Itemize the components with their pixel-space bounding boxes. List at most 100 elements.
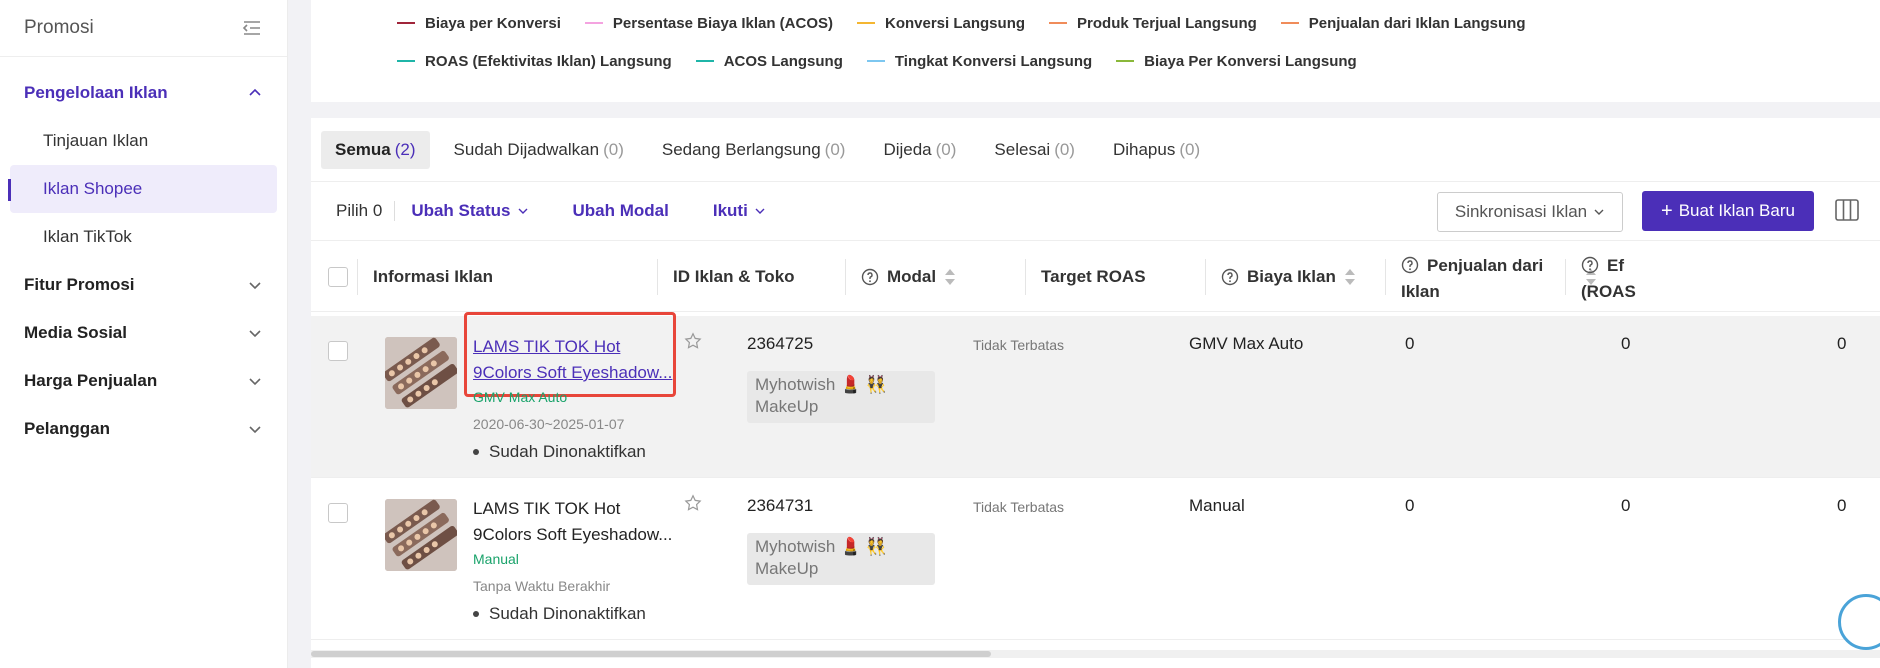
legend-item[interactable]: Penjualan dari Iklan Langsung: [1280, 14, 1526, 32]
ubah-modal-button[interactable]: Ubah Modal: [573, 201, 669, 221]
sidebar-group-label: Media Sosial: [24, 323, 127, 342]
tab-count: (0): [935, 139, 957, 159]
shop-category: MakeUp: [755, 397, 819, 416]
tab-count: (0): [1054, 139, 1075, 159]
tab-selesai[interactable]: Selesai (0): [980, 131, 1089, 169]
star-icon[interactable]: [684, 494, 702, 512]
help-icon[interactable]: [861, 268, 879, 286]
table-row[interactable]: LAMS TIK TOK Hot 9Colors Soft Eyeshadow.…: [311, 478, 1880, 640]
sidebar-item-label: Tinjauan Iklan: [43, 131, 149, 150]
col-modal[interactable]: Modal: [861, 241, 956, 313]
col-roas-label: Ef (ROAS: [1581, 253, 1636, 305]
biaya-iklan-value: 0: [1405, 496, 1415, 515]
sidebar-group-fitur-promosi[interactable]: Fitur Promosi: [0, 261, 287, 309]
tab-label: Sudah Dijadwalkan: [453, 139, 600, 159]
ad-title-link[interactable]: LAMS TIK TOK Hot 9Colors Soft Eyeshadow.…: [473, 496, 673, 548]
star-icon[interactable]: [684, 332, 702, 350]
collapse-sidebar-icon[interactable]: [241, 17, 263, 39]
sync-ads-dropdown[interactable]: Sinkronisasi Iklan: [1437, 192, 1623, 232]
ad-id: 2364725: [747, 334, 814, 353]
ad-date-range: 2020-06-30~2025-01-07: [473, 416, 625, 432]
col-modal-label: Modal: [887, 267, 937, 286]
sidebar-item-iklan-tiktok[interactable]: Iklan TikTok: [10, 213, 277, 261]
ikuti-label: Ikuti: [712, 201, 748, 220]
table-row[interactable]: LAMS TIK TOK Hot 9Colors Soft Eyeshadow.…: [311, 312, 1880, 478]
sidebar-group-media-sosial[interactable]: Media Sosial: [0, 309, 287, 357]
chevron-down-icon: [249, 282, 261, 290]
col-penjualan-dari-iklan[interactable]: Penjualan dari Iklan: [1401, 241, 1597, 313]
legend-item[interactable]: Biaya per Konversi: [397, 15, 561, 32]
create-ad-button[interactable]: + Buat Iklan Baru: [1642, 191, 1814, 231]
shop-name: Myhotwish 💄 👯: [755, 537, 888, 556]
legend-item[interactable]: Persentase Biaya Iklan (ACOS): [584, 15, 833, 32]
ad-status-label: Sudah Dinonaktifkan: [489, 442, 646, 461]
sidebar-group-pelanggan[interactable]: Pelanggan: [0, 405, 287, 453]
tab-dijeda[interactable]: Dijeda (0): [869, 131, 970, 169]
ad-type: GMV Max Auto: [473, 389, 568, 405]
sort-icon[interactable]: [944, 267, 956, 287]
legend-swatch: [1049, 22, 1068, 24]
product-thumbnail: [385, 337, 457, 409]
help-icon[interactable]: [1401, 256, 1419, 274]
sidebar-group-harga-penjualan[interactable]: Harga Penjualan: [0, 357, 287, 405]
help-icon[interactable]: [1581, 256, 1599, 274]
sidebar-item-label: Iklan TikTok: [43, 227, 132, 246]
legend-item[interactable]: Produk Terjual Langsung: [1049, 15, 1257, 32]
shop-category: MakeUp: [755, 559, 819, 578]
sidebar-item-iklan-shopee[interactable]: Iklan Shopee: [8, 165, 277, 213]
chevron-up-icon: [249, 88, 261, 96]
status-dot: [473, 449, 479, 455]
chevron-down-icon: [755, 208, 765, 214]
select-all-checkbox[interactable]: [328, 267, 348, 287]
tab-sudah-dijadwalkan[interactable]: Sudah Dijadwalkan (0): [440, 131, 638, 169]
scrollbar-thumb[interactable]: [311, 651, 991, 657]
legend-label: Produk Terjual Langsung: [1077, 14, 1257, 32]
sidebar-item-tinjauan-iklan[interactable]: Tinjauan Iklan: [10, 117, 277, 165]
status-tabs: Semua (2) Sudah Dijadwalkan (0) Sedang Ber…: [311, 118, 1880, 182]
modal-value: Tidak Terbatas: [973, 499, 1065, 515]
horizontal-scrollbar[interactable]: [311, 650, 1880, 658]
column-divider: [1025, 259, 1026, 295]
sidebar-group-label: Fitur Promosi: [24, 275, 135, 294]
sidebar-group-label: Harga Penjualan: [24, 371, 158, 390]
ad-title-link[interactable]: LAMS TIK TOK Hot 9Colors Soft Eyeshadow.…: [473, 334, 673, 386]
legend-item[interactable]: Tingkat Konversi Langsung: [866, 53, 1092, 70]
tab-count: (0): [824, 139, 846, 159]
col-biaya-iklan-label: Biaya Iklan: [1247, 267, 1336, 286]
sidebar-title: Promosi: [24, 17, 94, 38]
penjualan-value: 0: [1621, 496, 1631, 515]
row-checkbox[interactable]: [328, 341, 348, 361]
legend-item[interactable]: Konversi Langsung: [857, 15, 1025, 32]
sidebar-menu: Pengelolaan Iklan Tinjauan Iklan Iklan S…: [0, 57, 287, 453]
sidebar: Promosi Pengelolaan Iklan Tinjauan Iklan…: [0, 0, 288, 668]
columns-icon[interactable]: [1834, 197, 1860, 223]
tab-dihapus[interactable]: Dihapus (0): [1099, 131, 1214, 169]
row-checkbox[interactable]: [328, 503, 348, 523]
tab-label: Selesai: [994, 139, 1051, 159]
modal-value: Tidak Terbatas: [973, 337, 1065, 353]
ad-status: Sudah Dinonaktifkan: [473, 442, 646, 462]
col-roas[interactable]: Ef (ROAS: [1581, 241, 1636, 313]
sort-icon[interactable]: [1344, 267, 1356, 287]
chart-legend: Biaya per Konversi Persentase Biaya Ikla…: [311, 0, 1880, 102]
tab-semua[interactable]: Semua (2): [321, 130, 430, 169]
col-penjualan-label: Penjualan dari Iklan: [1401, 253, 1577, 305]
chevron-down-icon: [1594, 209, 1604, 215]
tab-label: Semua: [335, 139, 391, 159]
tab-label: Dijeda: [883, 139, 932, 159]
legend-item[interactable]: ACOS Langsung: [695, 52, 843, 70]
ikuti-dropdown[interactable]: Ikuti: [713, 201, 766, 221]
ubah-status-dropdown[interactable]: Ubah Status: [411, 201, 528, 221]
legend-item[interactable]: Biaya Per Konversi Langsung: [1116, 53, 1357, 70]
legend-label: Penjualan dari Iklan Langsung: [1308, 14, 1526, 32]
legend-swatch: [1116, 60, 1135, 62]
table-toolbar: Pilih 0 Ubah Status Ubah Modal Ikuti Sin…: [311, 182, 1880, 240]
legend-label: ACOS Langsung: [723, 52, 843, 70]
tab-sedang-berlangsung[interactable]: Sedang Berlangsung (0): [648, 131, 860, 169]
col-biaya-iklan[interactable]: Biaya Iklan: [1221, 241, 1356, 313]
legend-swatch: [1280, 22, 1299, 24]
sidebar-group-pengelolaan-iklan[interactable]: Pengelolaan Iklan: [0, 69, 287, 117]
help-icon[interactable]: [1221, 268, 1239, 286]
legend-item[interactable]: ROAS (Efektivitas Iklan) Langsung: [397, 53, 672, 70]
sidebar-header: Promosi: [0, 0, 287, 57]
